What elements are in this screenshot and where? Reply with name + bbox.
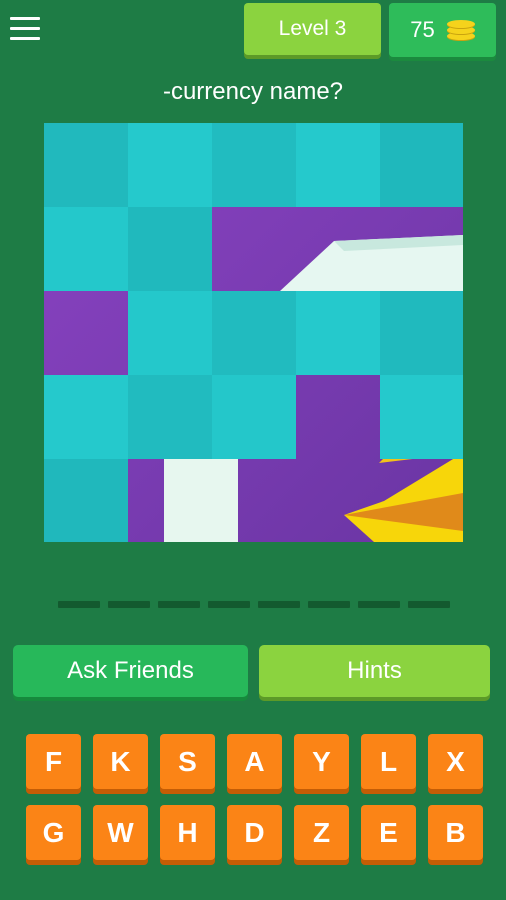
answer-slots [58,601,450,609]
coin-balance[interactable]: 75 [389,3,496,57]
answer-slot[interactable] [258,601,300,608]
answer-slot[interactable] [108,601,150,608]
letter-key[interactable]: W [93,805,148,860]
answer-slot[interactable] [158,601,200,608]
hints-button[interactable]: Hints [259,645,490,697]
level-label: Level 3 [278,17,347,40]
answer-slot[interactable] [358,601,400,608]
answer-slot[interactable] [208,601,250,608]
letter-key[interactable]: G [26,805,81,860]
letter-key[interactable]: E [361,805,416,860]
question-text: -currency name? [162,78,344,105]
hamburger-menu-icon[interactable] [10,17,40,41]
level-badge: Level 3 [244,3,381,55]
letter-key[interactable]: A [227,734,282,789]
letter-key[interactable]: L [361,734,416,789]
letter-key[interactable]: X [428,734,483,789]
answer-slot[interactable] [58,601,100,608]
letter-key[interactable]: F [26,734,81,789]
letter-key[interactable]: B [428,805,483,860]
letter-key[interactable]: Y [294,734,349,789]
letter-key[interactable]: K [93,734,148,789]
ask-friends-button[interactable]: Ask Friends [13,645,248,697]
letter-key[interactable]: Z [294,805,349,860]
coin-count: 75 [410,17,435,42]
answer-slot[interactable] [308,601,350,608]
answer-slot[interactable] [408,601,450,608]
puzzle-image [44,123,463,542]
letter-key[interactable]: S [160,734,215,789]
letter-key[interactable]: H [160,805,215,860]
letter-key[interactable]: D [227,805,282,860]
gold-coins-icon [446,19,475,41]
